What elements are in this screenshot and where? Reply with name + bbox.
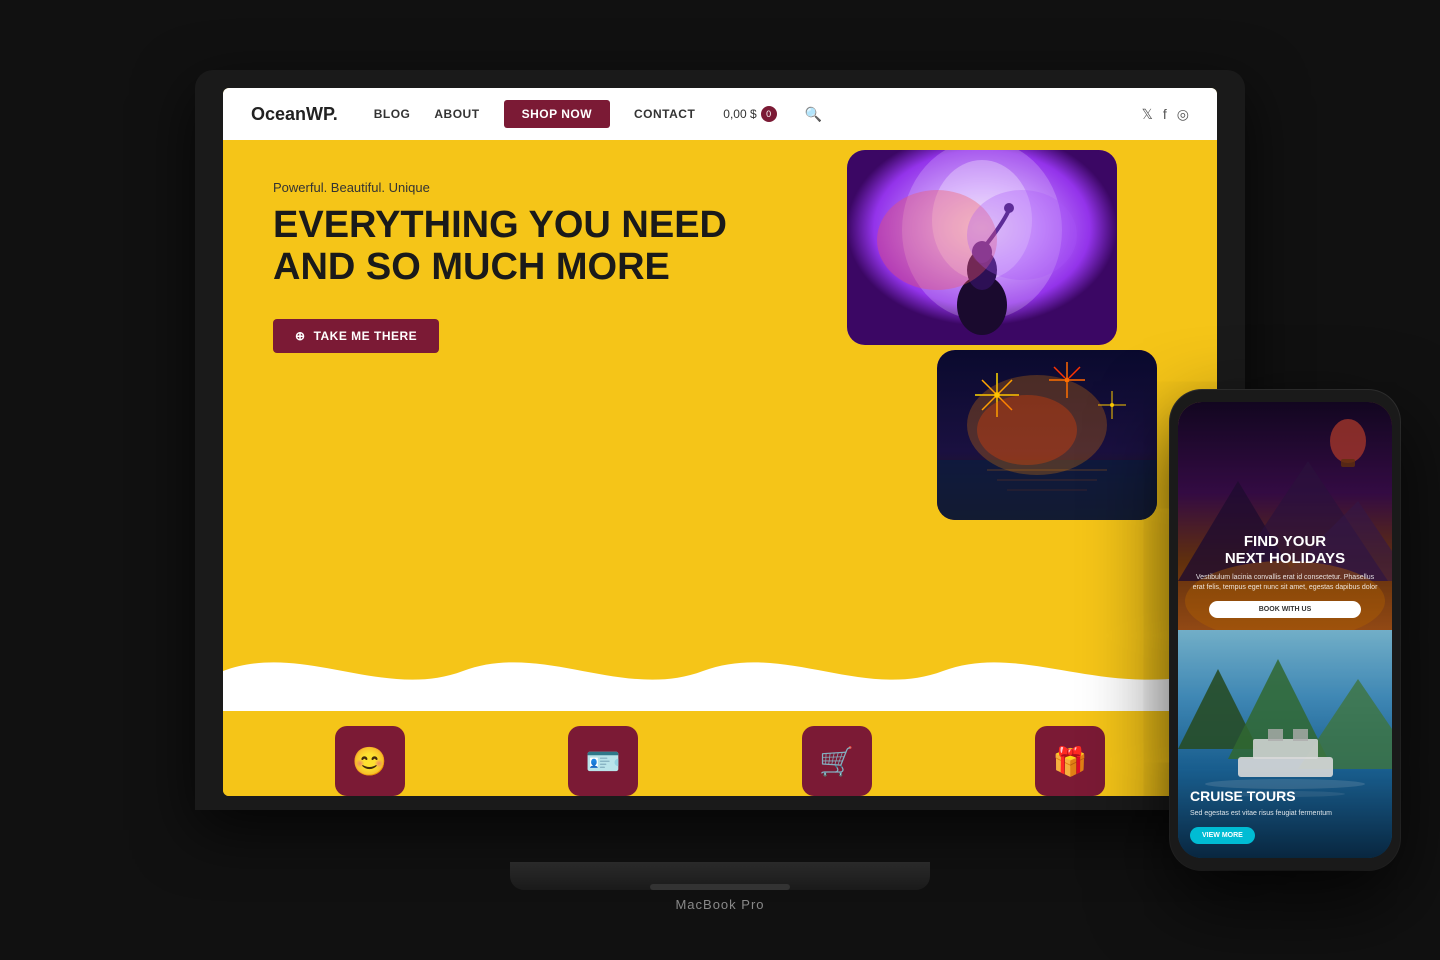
laptop-notch <box>650 884 790 890</box>
facebook-icon[interactable]: f <box>1163 106 1167 123</box>
phone-cruise-title: CRUISE TOURS <box>1190 788 1380 804</box>
phone-view-button[interactable]: VIEW MORE <box>1190 827 1255 844</box>
phone-book-button[interactable]: BOOK WITH US <box>1209 601 1361 618</box>
icon-card: 🪪 <box>568 726 638 796</box>
smartphone: FIND YOURNEXT HOLIDAYS Vestibulum lacini… <box>1170 390 1400 870</box>
laptop-screen: OceanWP. BLOG ABOUT SHOP NOW CONTACT 0,0… <box>223 88 1217 796</box>
cart-badge: 0 <box>761 106 777 122</box>
hero-title: EVERYTHING YOU NEED AND SO MUCH MORE <box>273 205 753 289</box>
phone-top-overlay <box>1178 402 1392 630</box>
instagram-icon[interactable]: ◎ <box>1177 106 1189 123</box>
circle-arrow-icon: ⊕ <box>295 329 306 343</box>
laptop-bezel: OceanWP. BLOG ABOUT SHOP NOW CONTACT 0,0… <box>195 70 1245 810</box>
phone-holidays-title: FIND YOURNEXT HOLIDAYS <box>1190 533 1380 568</box>
hero-image-bottom <box>937 350 1157 520</box>
hero-section: Powerful. Beautiful. Unique EVERYTHING Y… <box>223 140 1217 796</box>
logo: OceanWP. <box>251 104 338 125</box>
nav-blog[interactable]: BLOG <box>374 107 411 121</box>
twitter-icon[interactable]: 𝕏 <box>1142 106 1153 123</box>
hero-images <box>847 150 1157 520</box>
social-icons: 𝕏 f ◎ <box>1142 106 1189 123</box>
phone-cruise-desc: Sed egestas est vitae risus feugiat ferm… <box>1190 809 1380 819</box>
phone-cruise-section: CRUISE TOURS Sed egestas est vitae risus… <box>1178 630 1392 858</box>
icon-smiley: 😊 <box>335 726 405 796</box>
phone-holidays-desc: Vestibulum lacinia convallis erat id con… <box>1190 573 1380 593</box>
search-icon[interactable]: 🔍 <box>805 106 822 123</box>
hero-cta-button[interactable]: ⊕ TAKE ME THERE <box>273 319 439 353</box>
navbar: OceanWP. BLOG ABOUT SHOP NOW CONTACT 0,0… <box>223 88 1217 140</box>
nav-contact[interactable]: CONTACT <box>634 107 695 121</box>
phone-bottom-overlay <box>1178 630 1392 858</box>
bottom-icon-strip: 😊 🪪 🛒 🎁 <box>223 726 1217 796</box>
phone-holidays-section: FIND YOURNEXT HOLIDAYS Vestibulum lacini… <box>1178 402 1392 630</box>
laptop-label: MacBook Pro <box>675 897 764 912</box>
nav-about[interactable]: ABOUT <box>434 107 479 121</box>
phone-screen: FIND YOURNEXT HOLIDAYS Vestibulum lacini… <box>1178 402 1392 858</box>
phone-bezel: FIND YOURNEXT HOLIDAYS Vestibulum lacini… <box>1170 390 1400 870</box>
icon-cart: 🛒 <box>802 726 872 796</box>
nav-shop-button[interactable]: SHOP NOW <box>504 100 610 128</box>
icon-gift: 🎁 <box>1035 726 1105 796</box>
cart-price: 0,00 $ <box>723 107 756 121</box>
nav-cart[interactable]: 0,00 $ 0 <box>723 106 776 122</box>
scene: OceanWP. BLOG ABOUT SHOP NOW CONTACT 0,0… <box>70 30 1370 930</box>
hero-image-top <box>847 150 1117 345</box>
laptop: OceanWP. BLOG ABOUT SHOP NOW CONTACT 0,0… <box>195 70 1245 890</box>
wave-decoration <box>223 631 1217 716</box>
laptop-base <box>510 862 930 890</box>
